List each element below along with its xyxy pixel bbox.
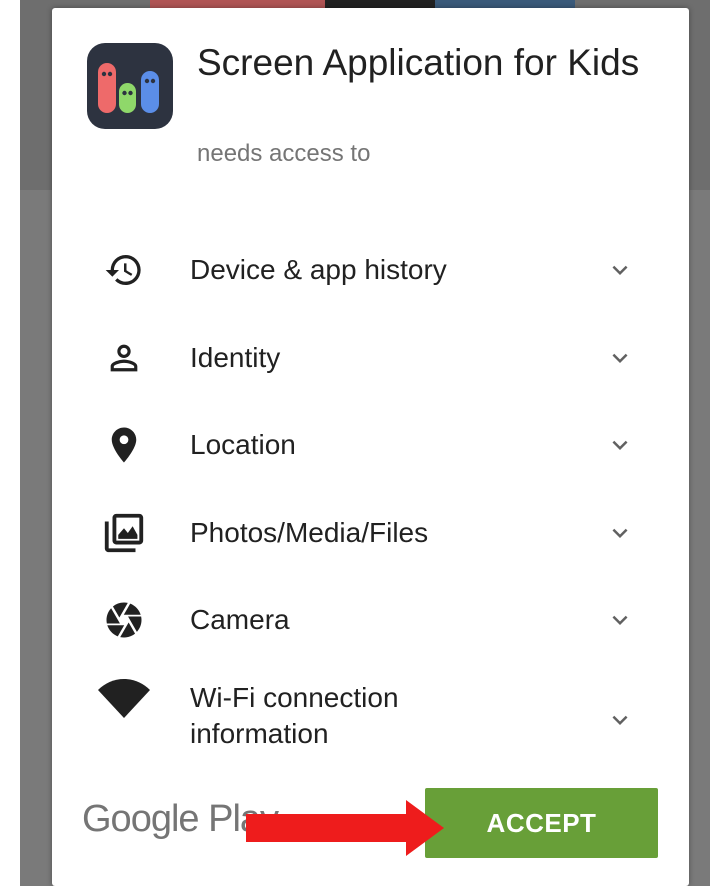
permission-row-wifi[interactable]: Wi-Fi connection information [52,668,689,768]
permission-label: Device & app history [190,254,447,285]
permission-row-location[interactable]: Location [52,405,689,485]
permission-label: Photos/Media/Files [190,517,429,548]
photo-library-icon [96,505,152,561]
permission-dialog: Screen Application for Kids needs access… [52,8,689,886]
red-arrow-icon [246,800,444,856]
permission-label: Camera [190,604,290,635]
chevron-down-icon[interactable] [600,425,640,465]
accept-button[interactable]: ACCEPT [425,788,658,858]
camera-aperture-icon [96,592,152,648]
chevron-down-icon[interactable] [600,513,640,553]
chevron-down-icon[interactable] [600,600,640,640]
wifi-icon [96,670,152,726]
history-icon [96,242,152,298]
app-icon-three-ghosts [87,43,173,129]
permission-row-identity[interactable]: Identity [52,318,689,398]
chevron-down-icon[interactable] [600,250,640,290]
chevron-down-icon[interactable] [600,700,640,740]
chevron-down-icon[interactable] [600,338,640,378]
permission-row-camera[interactable]: Camera [52,580,689,660]
app-title: Screen Application for Kids [197,42,640,83]
location-pin-icon [96,417,152,473]
permission-label: Location [190,429,296,460]
app-subtitle: needs access to [197,140,371,167]
permission-label: Identity [190,342,281,373]
permission-row-photos-media[interactable]: Photos/Media/Files [52,493,689,573]
permission-label: Wi-Fi connection information [190,682,399,749]
permission-row-device-history[interactable]: Device & app history [52,230,689,310]
person-icon [96,330,152,386]
